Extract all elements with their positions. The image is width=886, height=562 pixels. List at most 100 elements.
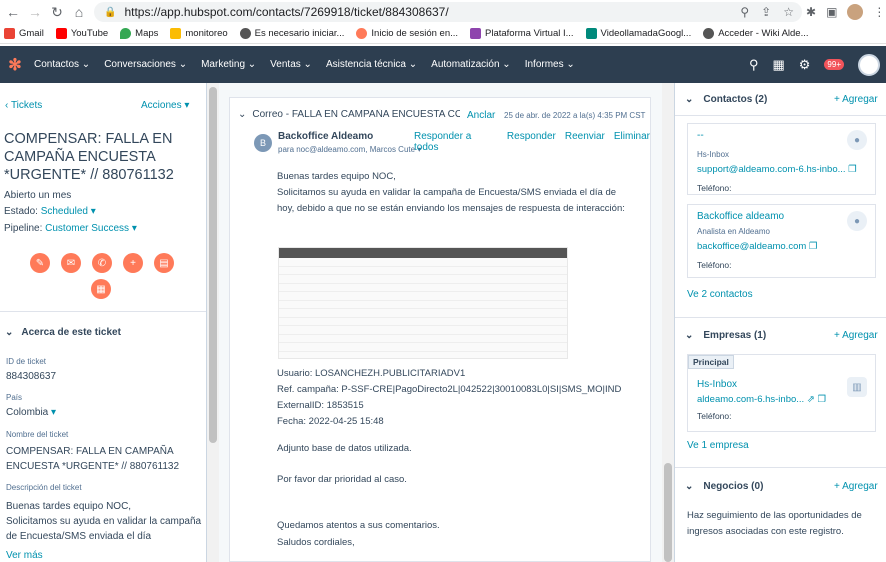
- reply-all-button[interactable]: Responder a todos: [414, 131, 498, 153]
- globe-icon: [703, 28, 715, 39]
- contact-avatar-icon: ●: [847, 211, 867, 231]
- contact-name[interactable]: --: [697, 130, 866, 141]
- actions-dropdown[interactable]: Acciones ▾: [141, 100, 189, 111]
- email-date: 25 de abr. de 2022 a la(s) 4:35 PM CST: [504, 111, 646, 120]
- ticket-name-value[interactable]: COMPENSAR: FALLA EN CAMPAÑA ENCUESTA *UR…: [6, 444, 196, 474]
- nav-ventas[interactable]: Ventas ⌄: [270, 59, 312, 70]
- ref-line: Ref. campaña: P-SSF-CRE|PagoDirecto2L|04…: [277, 384, 622, 395]
- bookmark-monitoreo[interactable]: monitoreo: [170, 28, 228, 39]
- country-dropdown[interactable]: Colombia ▾: [6, 407, 56, 418]
- bookmark-gmail[interactable]: Gmail: [4, 28, 44, 39]
- body-line: Por favor dar prioridad al caso.: [277, 474, 407, 485]
- notifications-badge[interactable]: 99+: [824, 59, 844, 70]
- recipients[interactable]: para noc@aldeamo.com, Marcos Cute ▾: [278, 145, 421, 154]
- url-text[interactable]: https://app.hubspot.com/contacts/7269918…: [124, 5, 448, 19]
- associations-sidebar: ⌄ Contactos (2) + Agregar -- Hs-Inbox sup…: [674, 83, 886, 562]
- lock-icon: 🔒: [104, 6, 117, 18]
- forward-button[interactable]: Reenviar: [565, 131, 605, 153]
- meeting-button[interactable]: ▦: [91, 279, 111, 299]
- pipeline-dropdown[interactable]: Customer Success ▾: [45, 223, 137, 234]
- contact-email[interactable]: backoffice@aldeamo.com ❐: [697, 241, 866, 252]
- nav-asistencia[interactable]: Asistencia técnica ⌄: [326, 59, 417, 70]
- estado-dropdown[interactable]: Scheduled ▾: [41, 206, 96, 217]
- nav-conversaciones[interactable]: Conversaciones ⌄: [104, 59, 187, 70]
- user-avatar[interactable]: [858, 53, 880, 76]
- contacts-section-header[interactable]: ⌄ Contactos (2): [685, 94, 767, 105]
- email-icon[interactable]: ✉: [61, 253, 81, 273]
- contact-name[interactable]: Backoffice aldeamo: [697, 211, 866, 222]
- contact-org: Analista en Aldeamo: [697, 227, 770, 236]
- note-icon[interactable]: ✎: [30, 253, 50, 273]
- calendar-icon[interactable]: ▤: [154, 253, 174, 273]
- embedded-table-image: [278, 247, 568, 359]
- email-header[interactable]: ⌄ Correo - FALLA EN CAMPAÑA ENCUESTA COM…: [238, 109, 460, 120]
- copy-icon[interactable]: ❐: [848, 164, 857, 175]
- nav-contactos[interactable]: Contactos ⌄: [34, 59, 90, 70]
- bookmark-videollamada[interactable]: VideollamadaGoogl...: [585, 28, 691, 39]
- primary-badge: Principal: [688, 355, 734, 369]
- contact-org: Hs-Inbox: [697, 150, 730, 159]
- see-more-link[interactable]: Ver más: [6, 550, 43, 561]
- zoom-icon[interactable]: ⚲: [740, 5, 749, 19]
- search-icon[interactable]: ⚲: [749, 57, 759, 73]
- ticket-description[interactable]: Buenas tardes equipo NOC, Solicitamos su…: [6, 499, 202, 545]
- body-line: Adjunto base de datos utilizada.: [277, 443, 412, 454]
- copy-icon[interactable]: ❐: [809, 241, 818, 252]
- contact-email[interactable]: support@aldeamo.com-6.hs-inbo... ❐: [697, 164, 866, 175]
- left-scrollbar[interactable]: [207, 83, 219, 562]
- share-icon[interactable]: ⇪: [761, 5, 771, 19]
- contact-card[interactable]: Backoffice aldeamo Analista en Aldeamo b…: [687, 204, 876, 278]
- marketplace-icon[interactable]: ▦: [772, 57, 784, 73]
- about-section-header[interactable]: ⌄ Acerca de este ticket: [5, 327, 121, 338]
- back-icon[interactable]: ←: [2, 1, 24, 23]
- external-link-icon[interactable]: ⇗: [807, 394, 815, 405]
- pipeline-row: Pipeline: Customer Success ▾: [4, 223, 137, 234]
- deals-section-header[interactable]: ⌄ Negocios (0): [685, 481, 763, 492]
- estado-row: Estado: Scheduled ▾: [4, 206, 96, 217]
- delete-button[interactable]: Eliminar: [614, 131, 650, 153]
- reply-button[interactable]: Responder: [507, 131, 556, 153]
- phone-icon[interactable]: ✆: [92, 253, 112, 273]
- sidepanel-icon[interactable]: ▣: [826, 5, 837, 19]
- email-body-details: Usuario: LOSANCHEZH.PUBLICITARIADV1 Ref.…: [277, 366, 637, 430]
- reload-icon[interactable]: ↻: [46, 1, 68, 23]
- companies-section-header[interactable]: ⌄ Empresas (1): [685, 330, 766, 341]
- company-domain[interactable]: aldeamo.com-6.hs-inbo... ⇗ ❐: [697, 394, 826, 405]
- add-company-button[interactable]: + Agregar: [834, 330, 878, 341]
- profile-avatar[interactable]: [847, 4, 864, 20]
- center-scrollbar[interactable]: [662, 83, 674, 562]
- star-icon[interactable]: ☆: [783, 5, 794, 19]
- add-contact-button[interactable]: + Agregar: [834, 94, 878, 105]
- maps-icon: [120, 28, 132, 39]
- bookmark-plataforma[interactable]: Plataforma Virtual I...: [470, 28, 574, 39]
- browser-toolbar: ← → ↻ ⌂ 🔒 https://app.hubspot.com/contac…: [0, 0, 886, 24]
- add-deal-button[interactable]: + Agregar: [834, 481, 878, 492]
- nav-informes[interactable]: Informes ⌄: [525, 59, 575, 70]
- contact-card[interactable]: -- Hs-Inbox support@aldeamo.com-6.hs-inb…: [687, 123, 876, 195]
- forward-icon[interactable]: →: [24, 1, 46, 23]
- view-contacts-link[interactable]: Ve 2 contactos: [687, 289, 753, 300]
- back-to-tickets-link[interactable]: ‹ Tickets: [5, 100, 42, 111]
- nav-marketing[interactable]: Marketing ⌄: [201, 59, 256, 70]
- company-name[interactable]: Hs-Inbox: [697, 379, 737, 390]
- bookmark-iniciar[interactable]: Es necesario iniciar...: [239, 28, 344, 39]
- nav-automatizacion[interactable]: Automatización ⌄: [431, 59, 511, 70]
- gear-icon[interactable]: ⚙: [799, 57, 811, 73]
- menu-icon[interactable]: ⋮: [873, 5, 885, 19]
- plus-icon[interactable]: +: [123, 253, 143, 273]
- copy-icon[interactable]: ❐: [817, 394, 826, 405]
- address-bar[interactable]: 🔒 https://app.hubspot.com/contacts/72699…: [94, 2, 802, 22]
- home-icon[interactable]: ⌂: [68, 1, 90, 23]
- bookmark-youtube[interactable]: YouTube: [55, 28, 108, 39]
- company-card[interactable]: Principal Hs-Inbox aldeamo.com-6.hs-inbo…: [687, 354, 876, 432]
- bookmark-maps[interactable]: Maps: [120, 28, 158, 39]
- globe-icon: [239, 28, 251, 39]
- view-company-link[interactable]: Ve 1 empresa: [687, 440, 749, 451]
- email-body: Buenas tardes equipo NOC, Solicitamos su…: [277, 169, 627, 217]
- bookmark-wiki[interactable]: Acceder - Wiki Alde...: [703, 28, 809, 39]
- hubspot-logo-icon[interactable]: ✻: [0, 46, 30, 83]
- extensions-icon[interactable]: ✱: [806, 5, 816, 19]
- pin-link[interactable]: Anclar: [467, 110, 495, 121]
- email-activity-card: ⌄ Correo - FALLA EN CAMPAÑA ENCUESTA COM…: [229, 97, 651, 562]
- bookmark-inicio-sesion[interactable]: Inicio de sesión en...: [356, 28, 458, 39]
